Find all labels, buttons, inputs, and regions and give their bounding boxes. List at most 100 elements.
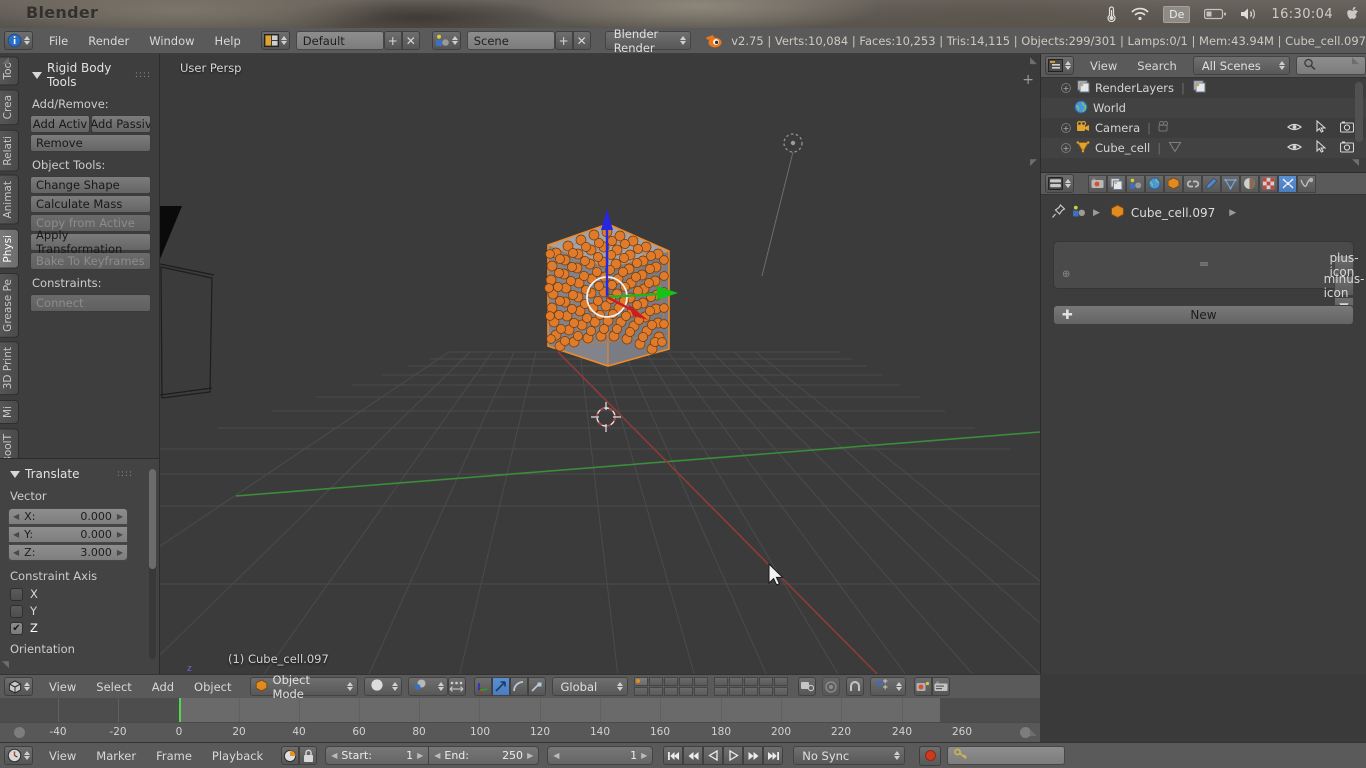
timeline-scrollbar-left-knob[interactable] <box>14 727 25 738</box>
play-reverse-icon[interactable] <box>703 746 724 765</box>
frame-start-increment-icon[interactable]: ▶ <box>417 751 423 760</box>
tab-animation[interactable]: Animat <box>0 175 19 226</box>
tab-3d-print[interactable]: 3D Print <box>0 341 19 396</box>
layer-cell-8[interactable] <box>743 677 758 686</box>
snap-magnet-icon[interactable] <box>845 677 864 696</box>
increment-x-icon[interactable]: ▶ <box>117 512 123 521</box>
layer-cell-14[interactable] <box>678 687 693 696</box>
panel-header-translate[interactable]: Translate :::: <box>10 467 151 481</box>
particle-systems-list[interactable]: ═ ⊕ <box>1053 241 1354 289</box>
pin-icon[interactable] <box>1051 204 1066 222</box>
scale-manipulator-icon[interactable] <box>527 677 546 696</box>
tab-create[interactable]: Crea <box>0 89 19 126</box>
menu-help[interactable]: Help <box>205 32 251 50</box>
play-icon[interactable] <box>723 746 744 765</box>
outliner-scrollbar[interactable] <box>1355 82 1363 142</box>
layer-cell-17[interactable] <box>728 687 743 696</box>
selectable-cursor-icon[interactable] <box>1316 119 1327 136</box>
layer-cell-3[interactable] <box>663 677 678 686</box>
jump-end-icon[interactable] <box>763 746 784 765</box>
outliner-row-cube-cell[interactable]: + Cube_cell | <box>1041 138 1366 158</box>
list-expand-icon[interactable]: ⊕ <box>1062 269 1070 280</box>
sync-mode-selector[interactable]: No Sync <box>793 746 906 765</box>
renderability-camera-icon[interactable] <box>1339 121 1355 136</box>
screen-layout-selector[interactable] <box>260 31 290 50</box>
increment-z-icon[interactable]: ▶ <box>117 548 123 557</box>
editor-type-selector-properties[interactable] <box>1045 174 1074 193</box>
renderability-camera-icon[interactable] <box>1339 141 1355 156</box>
constraint-axis-x-row[interactable]: X <box>10 587 151 601</box>
menu-window[interactable]: Window <box>139 32 204 50</box>
layer-cell-7[interactable] <box>728 677 743 686</box>
current-frame-decrement-icon[interactable]: ◀ <box>553 751 559 760</box>
constraint-axis-x-checkbox[interactable] <box>10 587 23 601</box>
rotate-manipulator-icon[interactable] <box>509 677 528 696</box>
particles-tab-icon[interactable] <box>1278 174 1297 193</box>
timeline-strip[interactable] <box>0 698 1040 722</box>
current-frame-increment-icon[interactable]: ▶ <box>641 751 647 760</box>
prev-keyframe-icon[interactable] <box>683 746 704 765</box>
render-tab-icon[interactable] <box>1088 174 1107 193</box>
layer-cell-15[interactable] <box>693 687 708 696</box>
thermometer-icon[interactable] <box>1106 6 1117 22</box>
renderlayer-data-icon[interactable] <box>1192 80 1206 96</box>
outliner-menu-view[interactable]: View <box>1080 57 1127 75</box>
frame-start-field[interactable]: ◀ Start: 1 ▶ <box>325 746 430 765</box>
current-frame-field[interactable]: ◀ 1 ▶ <box>547 746 654 765</box>
layer-cell-20[interactable] <box>773 687 788 696</box>
expand-cube-cell-icon[interactable]: + <box>1061 143 1071 153</box>
layer-cell-12[interactable] <box>648 687 663 696</box>
apple-icon[interactable] <box>1347 6 1360 22</box>
outliner-display-mode-selector[interactable]: All Scenes <box>1192 56 1291 75</box>
autokey-icon[interactable] <box>281 746 300 765</box>
viewport-menu-add[interactable]: Add <box>142 678 184 696</box>
vector-x-field[interactable]: ◀ X: 0.000 ▶ <box>8 508 128 525</box>
camera-data-icon[interactable] <box>1158 120 1172 136</box>
constraint-axis-y-row[interactable]: Y <box>10 604 151 618</box>
delete-scene-button[interactable]: ✕ <box>572 31 591 50</box>
scene-name[interactable]: Scene <box>466 31 555 50</box>
viewport-menu-select[interactable]: Select <box>86 678 141 696</box>
selectable-cursor-icon[interactable] <box>1316 139 1327 156</box>
calculate-mass-button[interactable]: Calculate Mass <box>30 195 151 213</box>
remove-button[interactable]: Remove <box>30 134 151 152</box>
visibility-eye-icon[interactable] <box>1287 141 1302 155</box>
outliner-row-world[interactable]: World <box>1041 98 1366 118</box>
layer-cell-5[interactable] <box>693 677 708 686</box>
object-tab-icon[interactable] <box>1164 174 1183 193</box>
new-particle-system-button[interactable]: ✚ New <box>1053 305 1354 325</box>
modifiers-tab-icon[interactable] <box>1202 174 1221 193</box>
mesh-data-icon[interactable] <box>1168 140 1182 156</box>
delete-screen-layout-button[interactable]: ✕ <box>401 31 420 50</box>
visibility-eye-icon[interactable] <box>1287 121 1302 135</box>
data-tab-icon[interactable] <box>1221 174 1240 193</box>
constraint-axis-z-row[interactable]: ✔ Z <box>10 621 151 635</box>
tab-physics[interactable]: Physi <box>0 229 19 269</box>
frame-end-field[interactable]: ◀ End: 250 ▶ <box>429 746 540 765</box>
vector-y-field[interactable]: ◀ Y: 0.000 ▶ <box>8 526 128 543</box>
layer-cell-13[interactable] <box>663 687 678 696</box>
outliner-row-camera[interactable]: + Camera | <box>1041 118 1366 138</box>
timeline-menu-playback[interactable]: Playback <box>202 747 273 765</box>
viewport-menu-object[interactable]: Object <box>184 678 241 696</box>
layer-cell-18[interactable] <box>743 687 758 696</box>
battery-icon[interactable] <box>1204 8 1227 20</box>
operator-panel-scrollbar[interactable] <box>149 469 156 659</box>
layer-cell-16[interactable] <box>713 687 728 696</box>
editor-type-selector-info[interactable] <box>4 31 33 50</box>
keyboard-layout-indicator[interactable]: De <box>1163 5 1191 23</box>
proportional-edit-icon[interactable] <box>447 677 466 696</box>
viewport-shading-selector[interactable] <box>363 677 402 696</box>
layer-cell-19[interactable] <box>758 687 773 696</box>
panel-collapse-triangle-icon[interactable] <box>32 71 42 79</box>
timeline-menu-view[interactable]: View <box>39 747 86 765</box>
jump-start-icon[interactable] <box>663 746 684 765</box>
timeline-menu-frame[interactable]: Frame <box>146 747 202 765</box>
add-passive-button[interactable]: Add Passiv <box>91 115 151 133</box>
outliner-row-renderlayers[interactable]: + RenderLayers | <box>1041 78 1366 98</box>
timeline-scrollbar-right-knob[interactable] <box>1020 727 1031 738</box>
tab-misc[interactable]: Mi <box>0 399 19 424</box>
decrement-x-icon[interactable]: ◀ <box>13 512 19 521</box>
translate-collapse-triangle-icon[interactable] <box>10 470 20 478</box>
layer-cell-11[interactable] <box>633 687 648 696</box>
